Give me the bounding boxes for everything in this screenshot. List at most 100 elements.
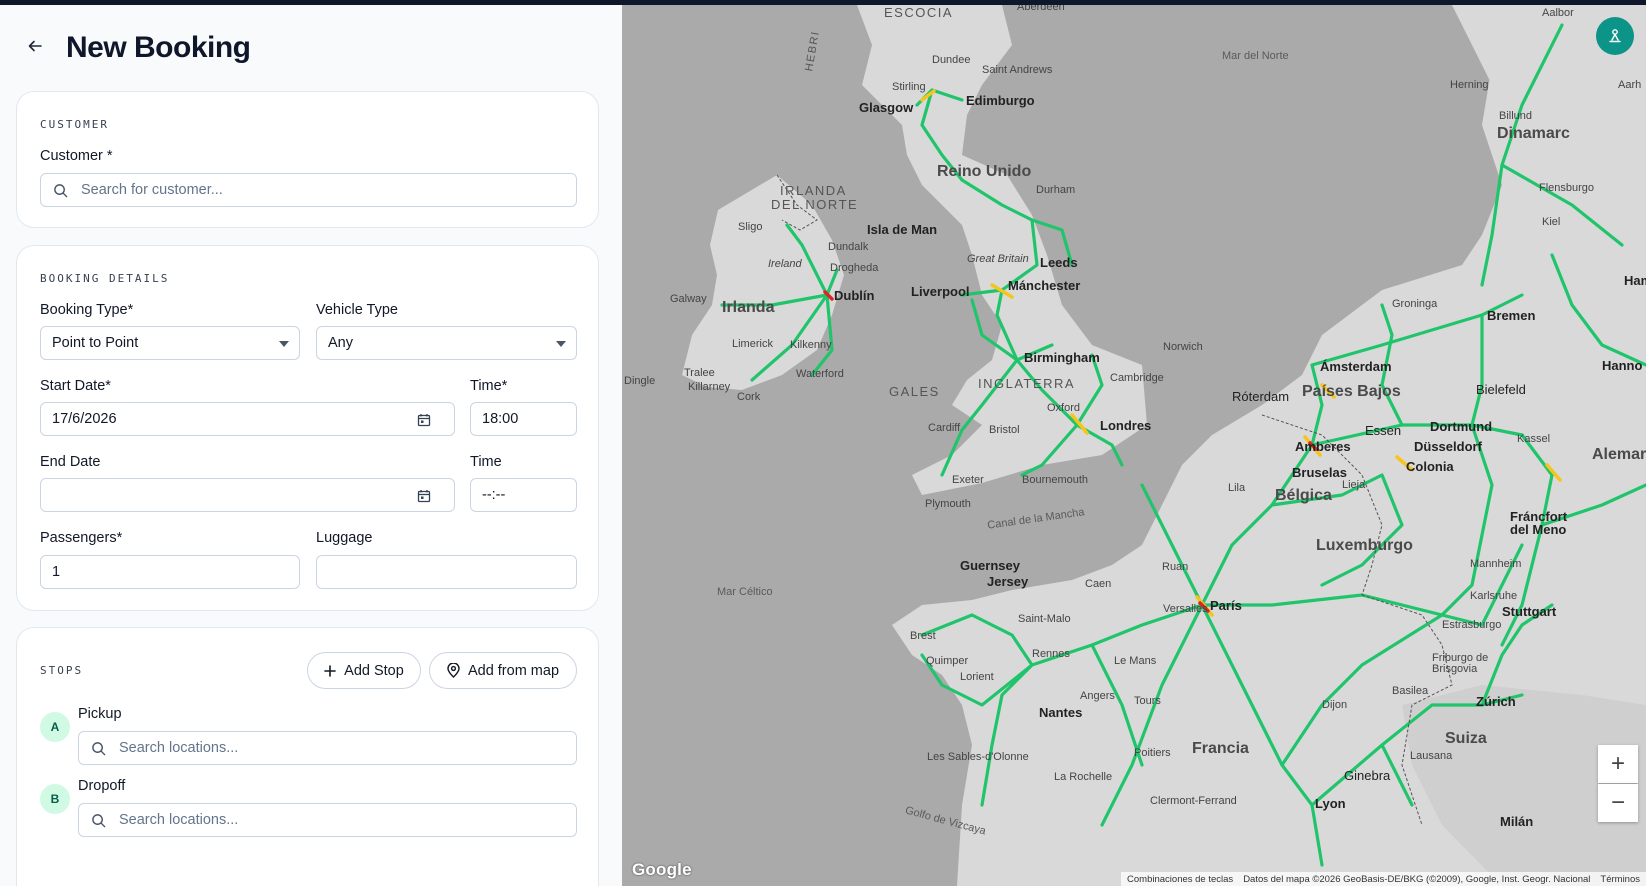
- google-logo: Google: [632, 860, 692, 879]
- map-label-billund: Billund: [1499, 110, 1533, 122]
- map-label-francia: Francia: [1192, 740, 1249, 757]
- passengers-label: Passengers*: [40, 530, 123, 546]
- add-stop-button[interactable]: Add Stop: [307, 652, 421, 689]
- map-label-ireland: Ireland: [768, 258, 802, 270]
- vehicle-type-label: Vehicle Type: [316, 302, 398, 318]
- zoom-out-button[interactable]: −: [1598, 784, 1638, 822]
- start-date-input[interactable]: 17/6/2026: [40, 402, 455, 436]
- customer-label: Customer *: [40, 148, 113, 164]
- map-label-quimper: Quimper: [926, 655, 969, 667]
- end-time-input[interactable]: --:--: [470, 478, 577, 512]
- map-label-karlsruhe: Karlsruhe: [1470, 590, 1518, 602]
- section-label-customer: CUSTOMER: [40, 118, 109, 131]
- map-label-limerick: Limerick: [732, 338, 773, 350]
- map-label-amberes: Amberes: [1295, 439, 1351, 454]
- arrow-left-icon: [28, 40, 42, 52]
- map-label-tours: Tours: [1134, 695, 1161, 707]
- booking-panel: New Booking CUSTOMER Customer * Search f…: [0, 5, 622, 886]
- page-header: New Booking: [0, 5, 622, 85]
- dropoff-label: Dropoff: [78, 778, 126, 794]
- map-label-lila: Lila: [1228, 482, 1246, 494]
- booking-type-select[interactable]: Point to Point: [40, 326, 300, 360]
- map-label-irlanda-norte-1: IRLANDA: [780, 183, 847, 198]
- dropoff-search-placeholder: Search locations...: [119, 812, 239, 828]
- end-time-value: --:--: [482, 487, 506, 503]
- map-label-dortmund: Dortmund: [1430, 419, 1493, 434]
- map-label-glasgow: Glasgow: [859, 100, 914, 115]
- map-label-suiza: Suiza: [1445, 730, 1487, 747]
- zoom-in-button[interactable]: +: [1598, 745, 1638, 783]
- map-label-lausana: Lausana: [1410, 750, 1453, 762]
- map-label-dundee: Dundee: [932, 54, 971, 66]
- map-label-aberdeen: Aberdeen: [1017, 5, 1065, 13]
- map-label-colonia: Colonia: [1406, 459, 1454, 474]
- map-label-irlanda: Irlanda: [722, 299, 775, 316]
- map-label-jersey: Jersey: [987, 574, 1029, 589]
- map-location-button[interactable]: [1596, 17, 1634, 55]
- map-label-gales: GALES: [889, 384, 940, 399]
- vehicle-type-select[interactable]: Any: [316, 326, 577, 360]
- start-date-label: Start Date*: [40, 378, 111, 394]
- map-label-lorient: Lorient: [960, 671, 994, 683]
- map-label-herning: Herning: [1450, 79, 1489, 91]
- start-date-value: 17/6/2026: [52, 411, 117, 427]
- map-label-flensburgo: Flensburgo: [1539, 182, 1595, 194]
- customer-search-input[interactable]: Search for customer...: [40, 173, 577, 207]
- map-label-le-mans: Le Mans: [1114, 655, 1157, 667]
- section-label-stops: STOPS: [40, 664, 84, 677]
- map-label-norwich: Norwich: [1163, 341, 1203, 353]
- map-label-guernsey: Guernsey: [960, 558, 1020, 573]
- map-label-cardiff: Cardiff: [928, 422, 961, 434]
- map-label-dublin: Dublín: [834, 288, 875, 303]
- map-label-irlanda-norte-2: DEL NORTE: [771, 197, 859, 212]
- stop-badge-b: B: [40, 784, 70, 814]
- map-label-lieja: Lieja: [1342, 479, 1366, 491]
- dropoff-search-input[interactable]: Search locations...: [78, 803, 577, 837]
- terms-link[interactable]: Términos: [1600, 874, 1640, 885]
- map-label-dusseldorf: Düsseldorf: [1414, 439, 1482, 454]
- calendar-icon[interactable]: [417, 489, 431, 503]
- map-label-galway: Galway: [670, 293, 707, 305]
- map-label-angers: Angers: [1080, 690, 1115, 702]
- map-label-ruan: Ruan: [1162, 561, 1189, 573]
- map-label-saint-andrews: Saint Andrews: [982, 64, 1053, 76]
- map-label-estrasburgo: Estrasburgo: [1442, 619, 1502, 631]
- end-date-label: End Date: [40, 454, 101, 470]
- map-label-bielefeld: Bielefeld: [1476, 382, 1526, 397]
- map-label-dingle: Dingle: [624, 375, 656, 387]
- map-label-francfort-2: del Meno: [1510, 522, 1567, 537]
- map-label-durham: Durham: [1036, 184, 1076, 196]
- map-label-great-britain: Great Britain: [967, 253, 1029, 265]
- pickup-search-input[interactable]: Search locations...: [78, 731, 577, 765]
- map-label-aalborg: Aalbor: [1542, 7, 1574, 19]
- map-label-luxemburgo: Luxemburgo: [1316, 537, 1413, 554]
- end-date-input[interactable]: [40, 478, 455, 512]
- map-label-nantes: Nantes: [1039, 705, 1083, 720]
- map-label-basilea: Basilea: [1392, 685, 1429, 697]
- map-label-clermont: Clermont-Ferrand: [1150, 795, 1237, 807]
- map-label-zurich: Zúrich: [1476, 694, 1516, 709]
- keyboard-shortcuts-link[interactable]: Combinaciones de teclas: [1127, 874, 1233, 885]
- map-label-stirling: Stirling: [892, 81, 926, 93]
- start-time-value: 18:00: [482, 411, 519, 427]
- add-from-map-button[interactable]: Add from map: [429, 652, 577, 689]
- map-label-bristol: Bristol: [989, 424, 1020, 436]
- luggage-input[interactable]: [316, 555, 577, 589]
- map-label-roterdam: Róterdam: [1232, 389, 1290, 404]
- stop-badge-a: A: [40, 712, 70, 742]
- map-label-kilkenny: Kilkenny: [790, 339, 832, 351]
- back-button[interactable]: [24, 35, 46, 57]
- passengers-input[interactable]: 1: [40, 555, 300, 589]
- map-label-bournemouth: Bournemouth: [1022, 474, 1089, 486]
- map-label-bremen: Bremen: [1487, 308, 1536, 323]
- map-view[interactable]: ESCOCIA Aberdeen HEBRI Mar del Norte Dun…: [622, 5, 1646, 886]
- map-label-poitiers: Poitiers: [1134, 747, 1171, 759]
- caret-down-icon: [279, 341, 289, 347]
- map-attribution: Combinaciones de teclas Datos del mapa ©…: [1121, 872, 1646, 886]
- map-label-sligo: Sligo: [738, 221, 763, 233]
- customer-card: CUSTOMER Customer * Search for customer.…: [16, 91, 599, 228]
- minus-icon: −: [1610, 789, 1625, 816]
- map-label-killarney: Killarney: [688, 381, 731, 393]
- calendar-icon[interactable]: [417, 413, 431, 427]
- start-time-input[interactable]: 18:00: [470, 402, 577, 436]
